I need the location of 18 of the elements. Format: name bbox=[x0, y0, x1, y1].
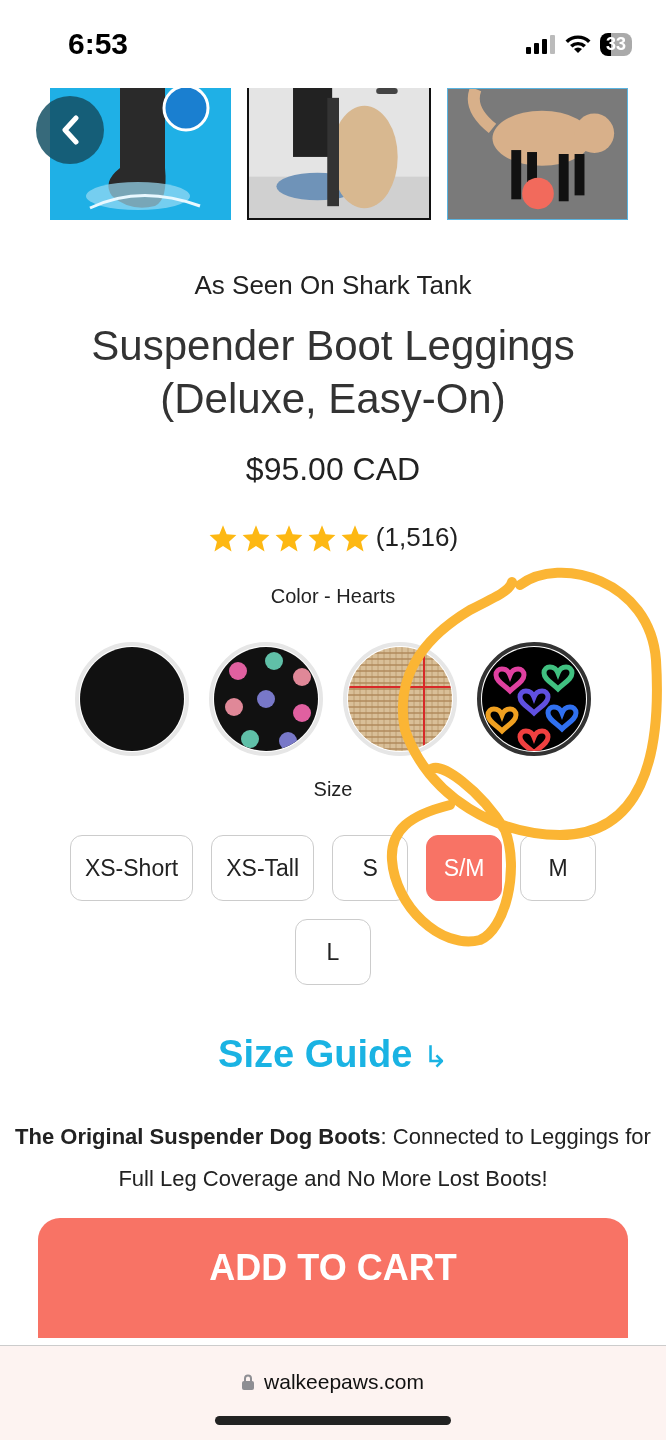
size-option[interactable]: L bbox=[295, 919, 371, 985]
chevron-left-icon bbox=[61, 115, 79, 145]
wifi-icon bbox=[563, 34, 592, 54]
browser-address-bar[interactable]: walkeepaws.com bbox=[0, 1345, 666, 1440]
product-price: $95.00 CAD bbox=[245, 451, 421, 488]
tagline: As Seen On Shark Tank bbox=[194, 270, 472, 301]
size-label: Size bbox=[313, 778, 353, 801]
size-option[interactable]: M bbox=[520, 835, 597, 901]
product-title: Suspender Boot Leggings (Deluxe, Easy-On) bbox=[90, 321, 576, 424]
review-count: (1,516) bbox=[375, 522, 459, 553]
url-text: walkeepaws.com bbox=[264, 1370, 424, 1394]
product-description: The Original Suspender Dog Boots: Connected to Leggings for Full Leg Coverage and No More Lost Boots! bbox=[14, 1123, 652, 1193]
status-time: 6:53 bbox=[68, 27, 129, 61]
signal-icon bbox=[525, 34, 556, 54]
lock-icon bbox=[242, 1374, 255, 1390]
size-option[interactable]: XS-Short bbox=[69, 835, 194, 901]
color-label: Color - Hearts bbox=[270, 585, 396, 608]
size-option[interactable]: XS-Tall bbox=[211, 835, 315, 901]
